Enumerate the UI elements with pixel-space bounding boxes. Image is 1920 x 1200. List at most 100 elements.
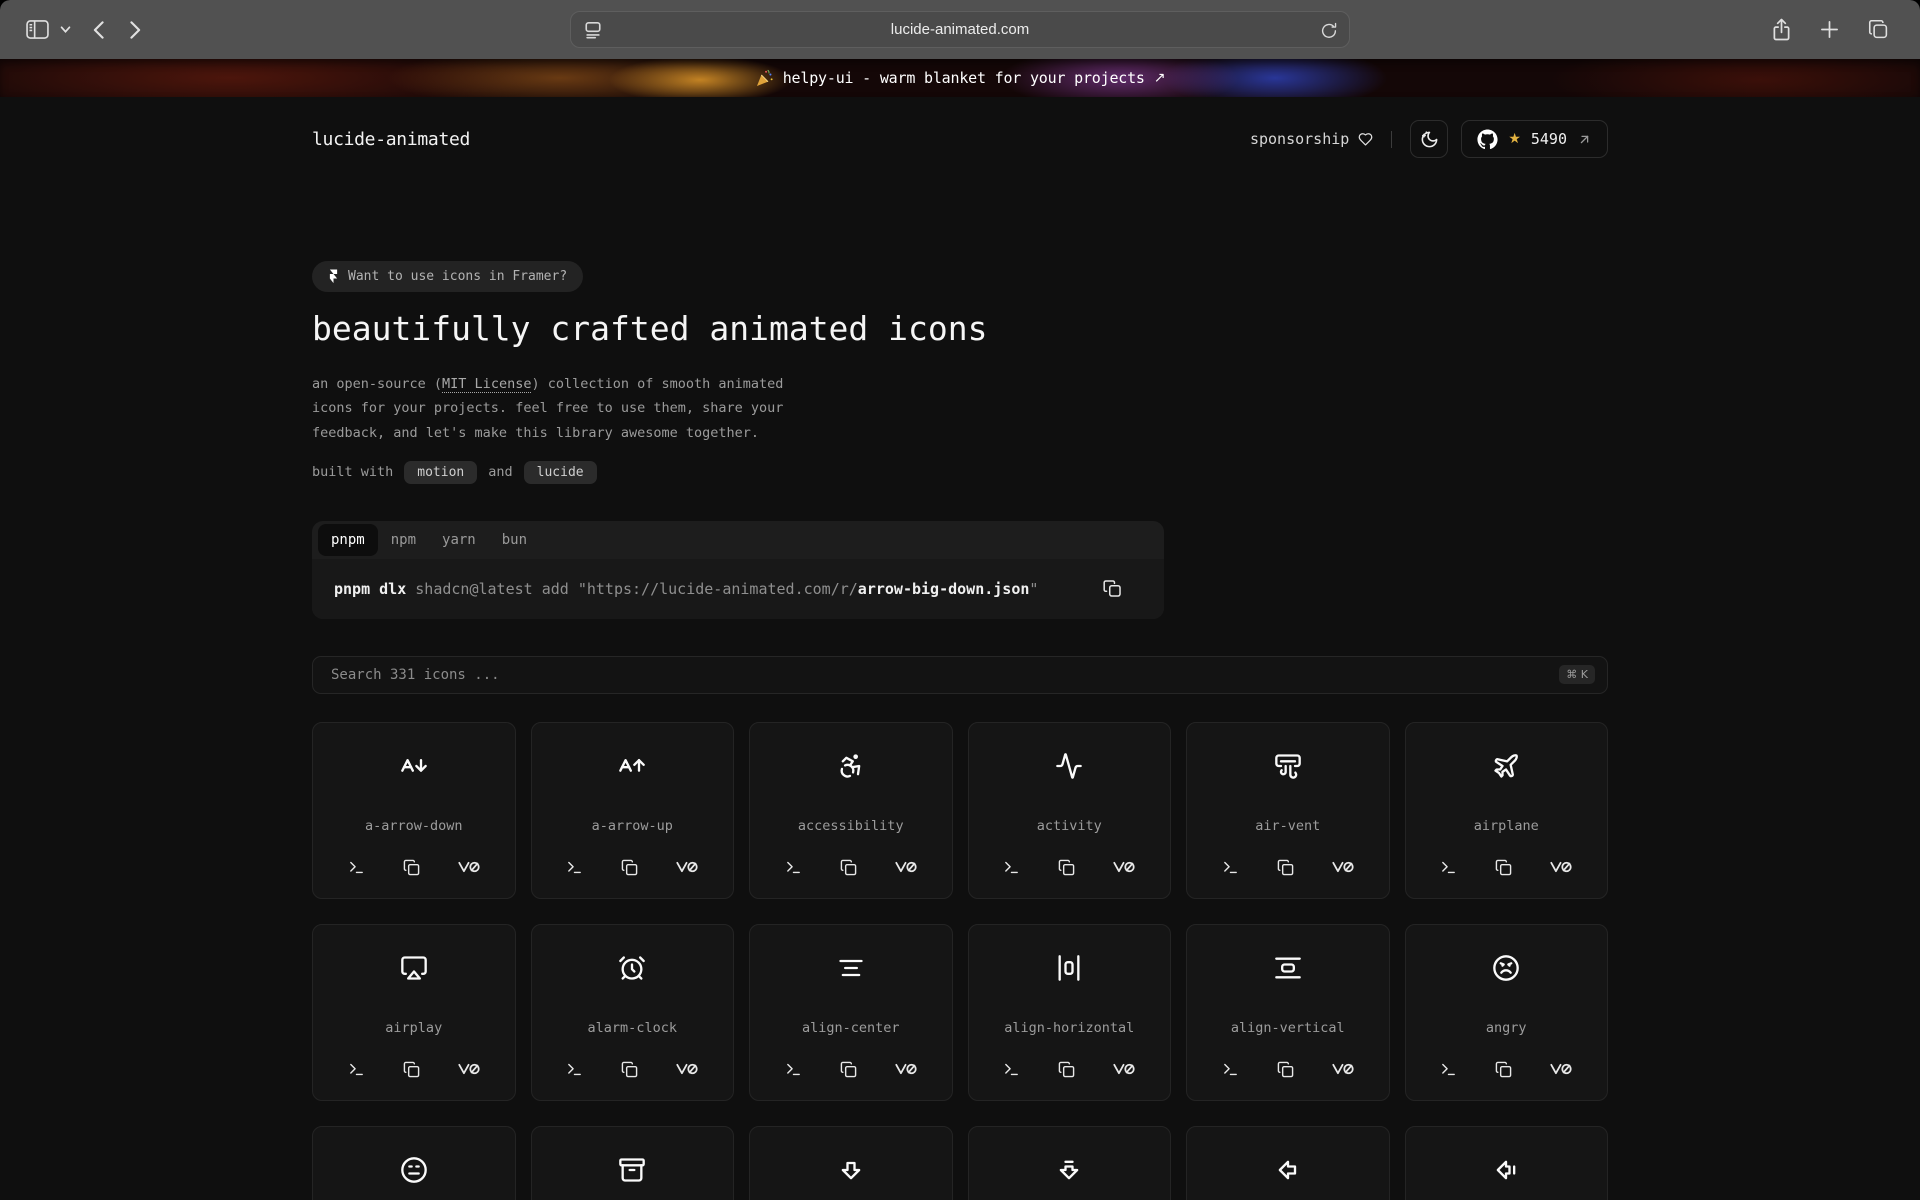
icon-card-arrow-big-left-dash: arrow-big-left-dash — [1405, 1126, 1609, 1200]
browser-toolbar: lucide-animated.com — [0, 0, 1920, 59]
share-icon[interactable] — [1772, 18, 1791, 41]
terminal-install-button[interactable] — [1220, 857, 1241, 878]
icon-name: activity — [969, 818, 1171, 834]
terminal-install-button[interactable] — [564, 1059, 585, 1080]
icon-card-airplane: airplane — [1405, 722, 1609, 899]
tab-overview-icon[interactable] — [1868, 19, 1889, 40]
sidebar-toggle-icon[interactable] — [26, 20, 49, 39]
copy-button[interactable] — [1056, 1059, 1077, 1080]
open-in-v0-button[interactable] — [1548, 1060, 1574, 1078]
motion-chip[interactable]: motion — [404, 461, 477, 484]
copy-button[interactable] — [1493, 857, 1514, 878]
site-logo: lucide-animated — [312, 129, 470, 150]
copy-button[interactable] — [838, 857, 859, 878]
github-stars-button[interactable]: ★ 5490 — [1461, 120, 1608, 158]
archive-icon — [618, 1156, 646, 1184]
align-vertical-icon — [1274, 954, 1302, 982]
arrow-big-left-icon — [1274, 1156, 1302, 1184]
open-in-v0-button[interactable] — [456, 1060, 482, 1078]
icon-name: angry — [1406, 1020, 1608, 1036]
back-button[interactable] — [93, 21, 104, 39]
copy-button[interactable] — [401, 1059, 422, 1080]
terminal-install-button[interactable] — [783, 1059, 804, 1080]
angry-icon — [1492, 954, 1520, 982]
moon-star-icon — [1420, 130, 1439, 149]
arrow-up-right-icon — [1577, 132, 1592, 147]
terminal-install-button[interactable] — [346, 857, 367, 878]
air-vent-icon — [1274, 752, 1302, 780]
sponsorship-label: sponsorship — [1250, 130, 1349, 148]
open-in-v0-button[interactable] — [674, 858, 700, 876]
copy-button[interactable] — [1056, 857, 1077, 878]
search-input[interactable] — [329, 666, 1559, 684]
copy-button[interactable] — [1493, 1059, 1514, 1080]
icon-card-align-center: align-center — [749, 924, 953, 1101]
terminal-install-button[interactable] — [1438, 1059, 1459, 1080]
reload-icon[interactable] — [1320, 20, 1338, 40]
icon-name: air-vent — [1187, 818, 1389, 834]
airplay-icon — [400, 954, 428, 982]
icon-card-arrow-big-down-dash: arrow-big-down-dash — [968, 1126, 1172, 1200]
icon-grid: a-arrow-down a-arrow-up accessibility activ… — [312, 722, 1608, 1200]
copy-button[interactable] — [1275, 857, 1296, 878]
icon-card-accessibility: accessibility — [749, 722, 953, 899]
open-in-v0-button[interactable] — [674, 1060, 700, 1078]
terminal-install-button[interactable] — [346, 1059, 367, 1080]
forward-button[interactable] — [130, 21, 141, 39]
copy-button[interactable] — [401, 857, 422, 878]
open-in-v0-button[interactable] — [1111, 858, 1137, 876]
icon-card-actions — [1187, 857, 1389, 878]
tab-npm[interactable]: npm — [378, 524, 429, 556]
terminal-install-button[interactable] — [783, 857, 804, 878]
lucide-chip[interactable]: lucide — [524, 461, 597, 484]
icon-name: a-arrow-down — [313, 818, 515, 834]
open-in-v0-button[interactable] — [1548, 858, 1574, 876]
terminal-install-button[interactable] — [1220, 1059, 1241, 1080]
url-bar[interactable]: lucide-animated.com — [570, 11, 1350, 48]
chevron-down-icon[interactable] — [60, 26, 71, 33]
reader-icon[interactable] — [584, 20, 602, 40]
open-in-v0-button[interactable] — [1330, 858, 1356, 876]
open-in-v0-button[interactable] — [893, 858, 919, 876]
sponsorship-link[interactable]: sponsorship — [1250, 130, 1373, 148]
terminal-install-button[interactable] — [1001, 1059, 1022, 1080]
icon-card-a-arrow-up: a-arrow-up — [531, 722, 735, 899]
tab-pnpm[interactable]: pnpm — [318, 524, 378, 556]
icon-name: accessibility — [750, 818, 952, 834]
alarm-clock-icon — [618, 954, 646, 982]
theme-toggle-button[interactable] — [1410, 120, 1448, 158]
copy-button[interactable] — [619, 857, 640, 878]
icon-card-actions — [1406, 857, 1608, 878]
tab-bun[interactable]: bun — [489, 524, 540, 556]
align-center-icon — [837, 954, 865, 982]
mit-license-link[interactable]: MIT License — [442, 376, 531, 392]
party-popper-icon — [755, 69, 774, 88]
icon-card-actions — [1187, 1059, 1389, 1080]
open-in-v0-button[interactable] — [1111, 1060, 1137, 1078]
promo-banner[interactable]: helpy-ui - warm blanket for your project… — [0, 59, 1920, 97]
terminal-install-button[interactable] — [1438, 857, 1459, 878]
new-tab-icon[interactable] — [1820, 20, 1839, 39]
install-command-block: pnpm npm yarn bun pnpm dlx shadcn@latest… — [312, 521, 1164, 619]
terminal-install-button[interactable] — [564, 857, 585, 878]
open-in-v0-button[interactable] — [893, 1060, 919, 1078]
icon-name: airplay — [313, 1020, 515, 1036]
copy-command-button[interactable] — [1099, 545, 1144, 619]
built-with-row: built with motion and lucide — [312, 460, 1608, 485]
framer-badge[interactable]: Want to use icons in Framer? — [312, 261, 583, 292]
copy-button[interactable] — [1275, 1059, 1296, 1080]
a-arrow-up-icon — [618, 752, 646, 780]
icon-card-alarm-clock: alarm-clock — [531, 924, 735, 1101]
tab-yarn[interactable]: yarn — [429, 524, 489, 556]
header-divider — [1391, 131, 1392, 148]
copy-button[interactable] — [838, 1059, 859, 1080]
icon-card-actions — [313, 1059, 515, 1080]
icon-card-archive: archive — [531, 1126, 735, 1200]
icon-card-angry: angry — [1405, 924, 1609, 1101]
open-in-v0-button[interactable] — [1330, 1060, 1356, 1078]
icon-name: align-horizontal — [969, 1020, 1171, 1036]
icon-card-actions — [969, 857, 1171, 878]
copy-button[interactable] — [619, 1059, 640, 1080]
terminal-install-button[interactable] — [1001, 857, 1022, 878]
open-in-v0-button[interactable] — [456, 858, 482, 876]
